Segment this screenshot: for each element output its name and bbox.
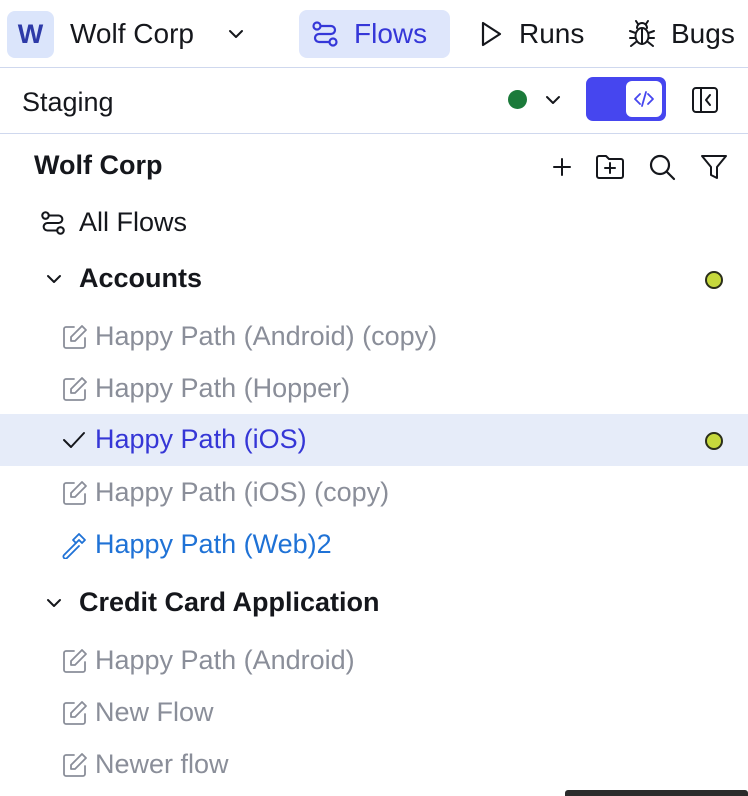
flow-name: Happy Path (iOS) (95, 424, 307, 454)
tab-runs[interactable]: Runs (477, 10, 584, 58)
add-flow-button[interactable] (545, 150, 579, 184)
flow-name: Happy Path (Hopper) (95, 373, 351, 403)
tab-bugs[interactable]: Bugs (627, 10, 735, 58)
flow-item-selected[interactable]: Happy Path (iOS) (0, 414, 748, 466)
search-icon (649, 154, 676, 181)
check-icon (63, 432, 85, 448)
flow-name: Happy Path (iOS) (copy) (95, 477, 390, 507)
top-bar: W Wolf Corp Flows Runs Bugs (0, 0, 748, 67)
all-flows-item[interactable]: All Flows (0, 197, 748, 249)
flow-name: Happy Path (Android) (95, 645, 355, 675)
flows-icon (312, 21, 338, 47)
tab-runs-label: Runs (519, 18, 585, 49)
edit-icon (63, 481, 87, 505)
flow-name: New Flow (95, 697, 214, 727)
play-icon (481, 21, 502, 47)
chevron-down-icon[interactable] (42, 591, 66, 615)
workspace-avatar[interactable]: W (7, 11, 54, 58)
flow-item[interactable]: Happy Path (iOS) (copy) (0, 467, 748, 519)
edit-icon (63, 753, 87, 777)
hammer-icon (62, 533, 86, 559)
flow-item[interactable]: Happy Path (Web)2 (0, 519, 748, 571)
chevron-down-icon[interactable] (541, 88, 565, 112)
edit-icon (63, 649, 87, 673)
flow-item[interactable]: New Flow (0, 687, 748, 739)
flow-name: Happy Path (Android) (copy) (95, 321, 438, 351)
tab-bugs-label: Bugs (671, 18, 735, 49)
folder-name: Credit Card Application (79, 587, 380, 617)
flow-item[interactable]: Happy Path (Android) (copy) (0, 311, 748, 363)
workspace-name[interactable]: Wolf Corp (70, 18, 194, 50)
code-view-toggle[interactable] (586, 77, 666, 121)
environment-name[interactable]: Staging (22, 87, 114, 118)
environment-status-dot (508, 90, 527, 109)
status-dot (705, 432, 723, 450)
filter-icon (701, 155, 727, 179)
all-flows-label: All Flows (79, 207, 188, 237)
filter-button[interactable] (697, 150, 731, 184)
folder-plus-icon (596, 155, 624, 179)
bug-icon (629, 20, 655, 47)
environment-bar: Staging (0, 67, 748, 134)
flow-item[interactable]: Happy Path (Android) (0, 635, 748, 687)
folder-credit-card-application[interactable]: Credit Card Application (0, 577, 748, 629)
add-folder-button[interactable] (593, 150, 627, 184)
toggle-knob (626, 81, 662, 117)
tab-flows[interactable]: Flows (299, 10, 450, 58)
flow-item[interactable]: Happy Path (Hopper) (0, 363, 748, 415)
edit-icon (63, 377, 87, 401)
flow-name: Happy Path (Web)2 (95, 529, 332, 559)
edit-icon (63, 325, 87, 349)
flows-icon (41, 211, 65, 235)
horizontal-scrollbar[interactable] (565, 790, 748, 796)
chevron-down-icon[interactable] (42, 267, 66, 291)
folder-name: Accounts (79, 263, 203, 293)
chevron-down-icon[interactable] (224, 22, 248, 46)
tree-title: Wolf Corp (34, 150, 163, 180)
folder-accounts[interactable]: Accounts (0, 253, 748, 305)
code-icon (634, 91, 654, 107)
flow-name: Newer flow (95, 749, 229, 779)
collapse-panel-icon[interactable] (690, 85, 720, 115)
edit-icon (63, 701, 87, 725)
search-button[interactable] (645, 150, 679, 184)
status-dot (705, 271, 723, 289)
plus-icon (553, 158, 571, 176)
flow-item[interactable]: Newer flow (0, 739, 748, 791)
tab-flows-label: Flows (354, 18, 428, 49)
